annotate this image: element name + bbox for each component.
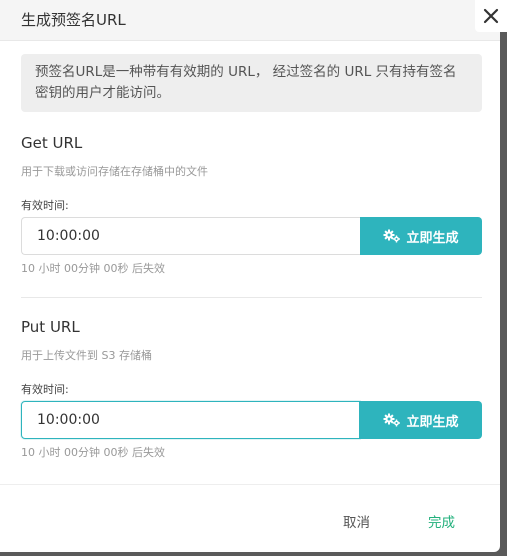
put-url-generate-button[interactable]: 立即生成 [360, 401, 482, 439]
gears-icon [383, 229, 401, 243]
dialog-title: 生成预签名URL [21, 11, 126, 29]
get-url-description: 用于下载或访问存储在存储桶中的文件 [21, 165, 208, 178]
put-url-input-group: 立即生成 [21, 401, 482, 439]
done-button[interactable]: 完成 [428, 511, 455, 531]
put-url-expire-hint: 10 小时 00分钟 00秒 后失效 [21, 446, 165, 459]
get-url-time-input[interactable] [21, 217, 360, 255]
section-divider [21, 297, 482, 298]
presign-url-dialog: 生成预签名URL 预签名URL是一种带有有效期的 URL， 经过签名的 URL … [0, 0, 500, 552]
footer-divider [0, 484, 500, 485]
dialog-header: 生成预签名URL [0, 0, 500, 41]
get-url-generate-button[interactable]: 立即生成 [360, 217, 482, 255]
get-url-field-label: 有效时间: [21, 199, 69, 212]
gears-icon [383, 413, 401, 427]
put-url-time-input[interactable] [21, 401, 360, 439]
close-button[interactable] [475, 0, 507, 32]
put-url-description: 用于上传文件到 S3 存储桶 [21, 349, 152, 362]
put-url-title: Put URL [21, 318, 80, 336]
get-url-title: Get URL [21, 134, 83, 152]
put-url-field-label: 有效时间: [21, 383, 69, 396]
cancel-button[interactable]: 取消 [343, 511, 370, 531]
info-notice: 预签名URL是一种带有有效期的 URL， 经过签名的 URL 只有持有签名密钥的… [21, 54, 482, 112]
get-url-generate-label: 立即生成 [406, 230, 459, 246]
get-url-input-group: 立即生成 [21, 217, 482, 255]
put-url-generate-label: 立即生成 [406, 414, 459, 430]
close-icon [483, 8, 499, 24]
get-url-expire-hint: 10 小时 00分钟 00秒 后失效 [21, 262, 165, 275]
